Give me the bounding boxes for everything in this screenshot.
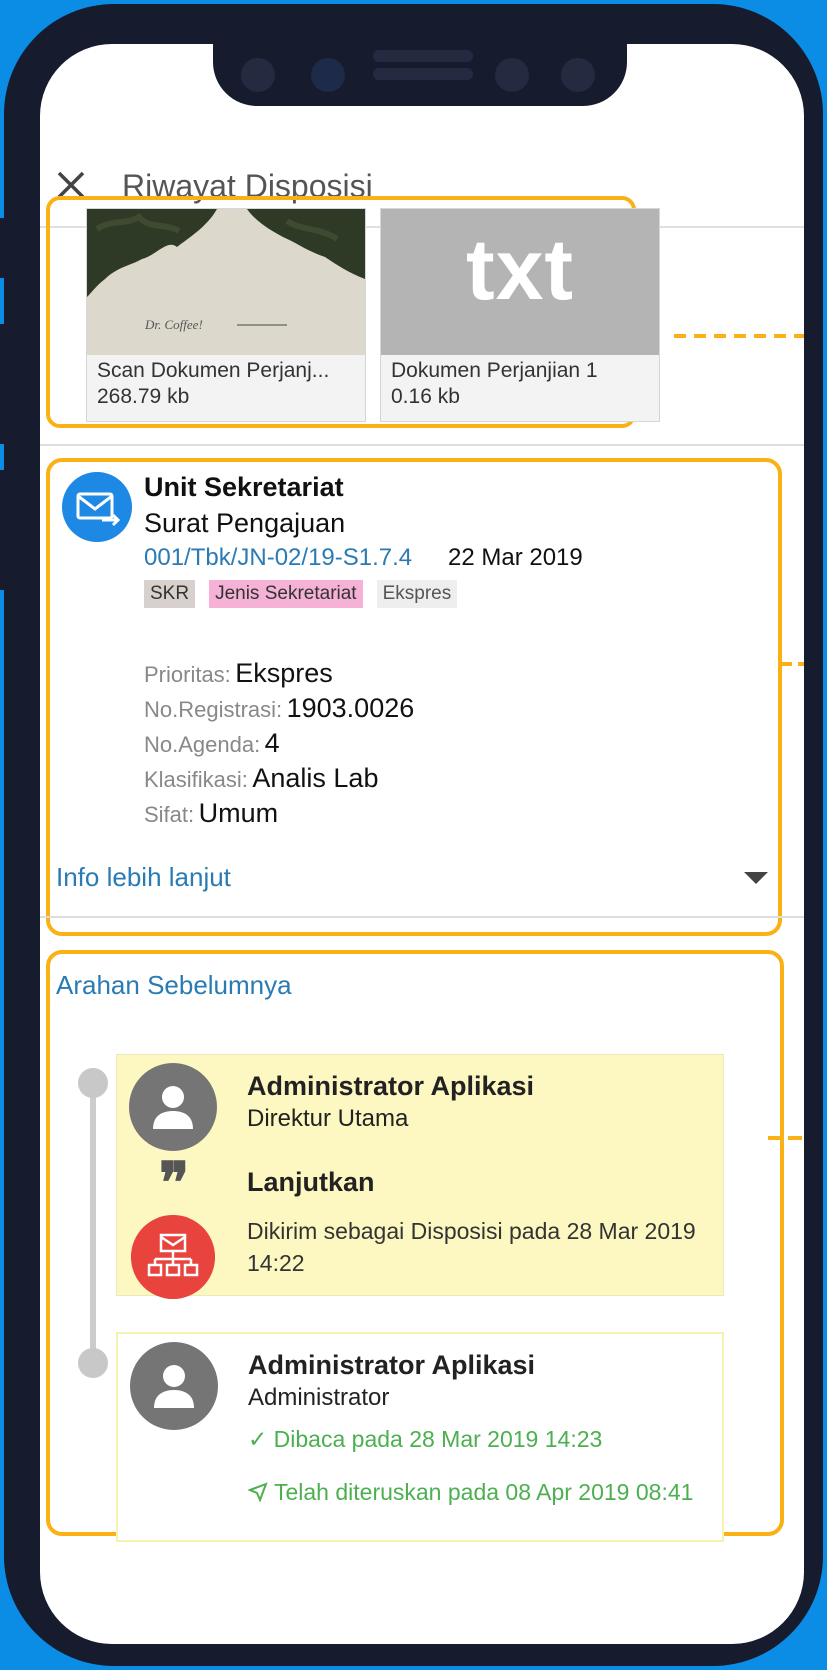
letter-tags: SKR Jenis Sekretariat Ekspres <box>144 580 458 608</box>
disposition-icon <box>131 1215 215 1299</box>
detail-agenda: No.Agenda: 4 <box>144 728 280 759</box>
caret-down-icon[interactable] <box>744 872 768 884</box>
sensor-dot <box>241 58 275 92</box>
speaker-grille <box>373 50 473 62</box>
avatar <box>129 1063 217 1151</box>
quote-icon: ❞ <box>159 1150 190 1216</box>
detail-label: No.Agenda: <box>144 732 261 757</box>
callout-connector <box>674 334 804 338</box>
detail-label: Sifat: <box>144 802 195 827</box>
timeline-dot <box>78 1068 108 1098</box>
app-screen: Riwayat Disposisi Dr. Coffee! Scan Dokum… <box>40 44 804 1644</box>
timeline-dot <box>78 1348 108 1378</box>
sensor-dot <box>495 58 529 92</box>
phone-side-button <box>0 324 8 444</box>
attachment-size: 0.16 kb <box>391 385 460 408</box>
attachment-name: Scan Dokumen Perjanj... <box>97 359 330 382</box>
history-title: Arahan Sebelumnya <box>56 970 292 1000</box>
section-divider <box>40 916 804 918</box>
history-entry: Administrator Aplikasi Administrator ✓ D… <box>116 1332 724 1542</box>
person-icon <box>153 1086 193 1129</box>
speaker-grille <box>373 68 473 80</box>
txt-file-label: txt <box>465 222 575 318</box>
tag-badge: Jenis Sekretariat <box>209 580 363 608</box>
timeline-line <box>90 1074 96 1364</box>
callout-connector <box>768 1136 804 1140</box>
detail-label: No.Registrasi: <box>144 697 283 722</box>
attachment-size: 268.79 kb <box>97 385 190 408</box>
detail-value: Umum <box>198 798 279 828</box>
more-info-link[interactable]: Info lebih lanjut <box>56 862 231 893</box>
tag-badge: SKR <box>144 580 196 608</box>
detail-nature: Sifat: Umum <box>144 798 278 829</box>
attachment-card-txt[interactable]: txt Dokumen Perjanjian 1 0.16 kb <box>380 208 660 422</box>
section-divider <box>40 444 804 446</box>
entry-role: Administrator <box>248 1384 390 1411</box>
sender-unit: Unit Sekretariat <box>144 472 344 502</box>
history-entry: Administrator Aplikasi Direktur Utama ❞ … <box>116 1054 724 1299</box>
letter-type: Surat Pengajuan <box>144 508 346 538</box>
scan-thumbnail: Dr. Coffee! <box>87 209 365 355</box>
entry-action: Lanjutkan <box>247 1167 375 1197</box>
attachments-panel: Dr. Coffee! Scan Dokumen Perjanj... 268.… <box>46 196 660 428</box>
phone-side-button <box>0 218 8 278</box>
avatar <box>130 1342 218 1430</box>
read-status: ✓ Dibaca pada 28 Mar 2019 14:23 <box>248 1426 603 1452</box>
detail-value: Analis Lab <box>252 763 379 793</box>
entry-name: Administrator Aplikasi <box>247 1071 535 1101</box>
tag-badge: Ekspres <box>376 580 458 608</box>
letter-number: 001/Tbk/JN-02/19-S1.7.4 <box>144 544 413 571</box>
callout-connector <box>780 662 804 666</box>
scan-thumbnail-text: Dr. Coffee! <box>144 317 203 332</box>
letter-info-card: Unit Sekretariat Surat Pengajuan 001/Tbk… <box>46 458 782 936</box>
letter-date: 22 Mar 2019 <box>448 544 583 571</box>
forward-status-text: Telah diteruskan pada 08 Apr 2019 08:41 <box>273 1479 694 1505</box>
detail-label: Klasifikasi: <box>144 767 248 792</box>
history-panel: Arahan Sebelumnya Administrator Aplikasi… <box>46 950 784 1542</box>
detail-priority: Prioritas: Ekspres <box>144 658 333 689</box>
detail-label: Prioritas: <box>144 662 231 687</box>
mail-forward-icon <box>62 472 132 542</box>
detail-value: 4 <box>264 728 280 758</box>
phone-notch <box>213 44 627 106</box>
detail-value: 1903.0026 <box>286 693 415 723</box>
camera-icon <box>311 58 345 92</box>
attachment-card-scan[interactable]: Dr. Coffee! Scan Dokumen Perjanj... 268.… <box>86 208 366 422</box>
attachment-name: Dokumen Perjanjian 1 <box>391 359 598 382</box>
phone-side-button <box>0 470 8 590</box>
sensor-dot <box>561 58 595 92</box>
send-icon <box>247 1482 268 1503</box>
person-icon <box>154 1365 194 1408</box>
entry-role: Direktur Utama <box>247 1105 409 1132</box>
detail-registration: No.Registrasi: 1903.0026 <box>144 693 414 724</box>
txt-file-icon: txt <box>381 209 659 355</box>
detail-classification: Klasifikasi: Analis Lab <box>144 763 378 794</box>
detail-value: Ekspres <box>235 658 333 688</box>
forward-status: Telah diteruskan pada 08 Apr 2019 08:41 <box>247 1479 708 1505</box>
entry-status: Dikirim sebagai Disposisi pada 28 Mar 20… <box>247 1218 696 1276</box>
entry-name: Administrator Aplikasi <box>248 1350 536 1380</box>
